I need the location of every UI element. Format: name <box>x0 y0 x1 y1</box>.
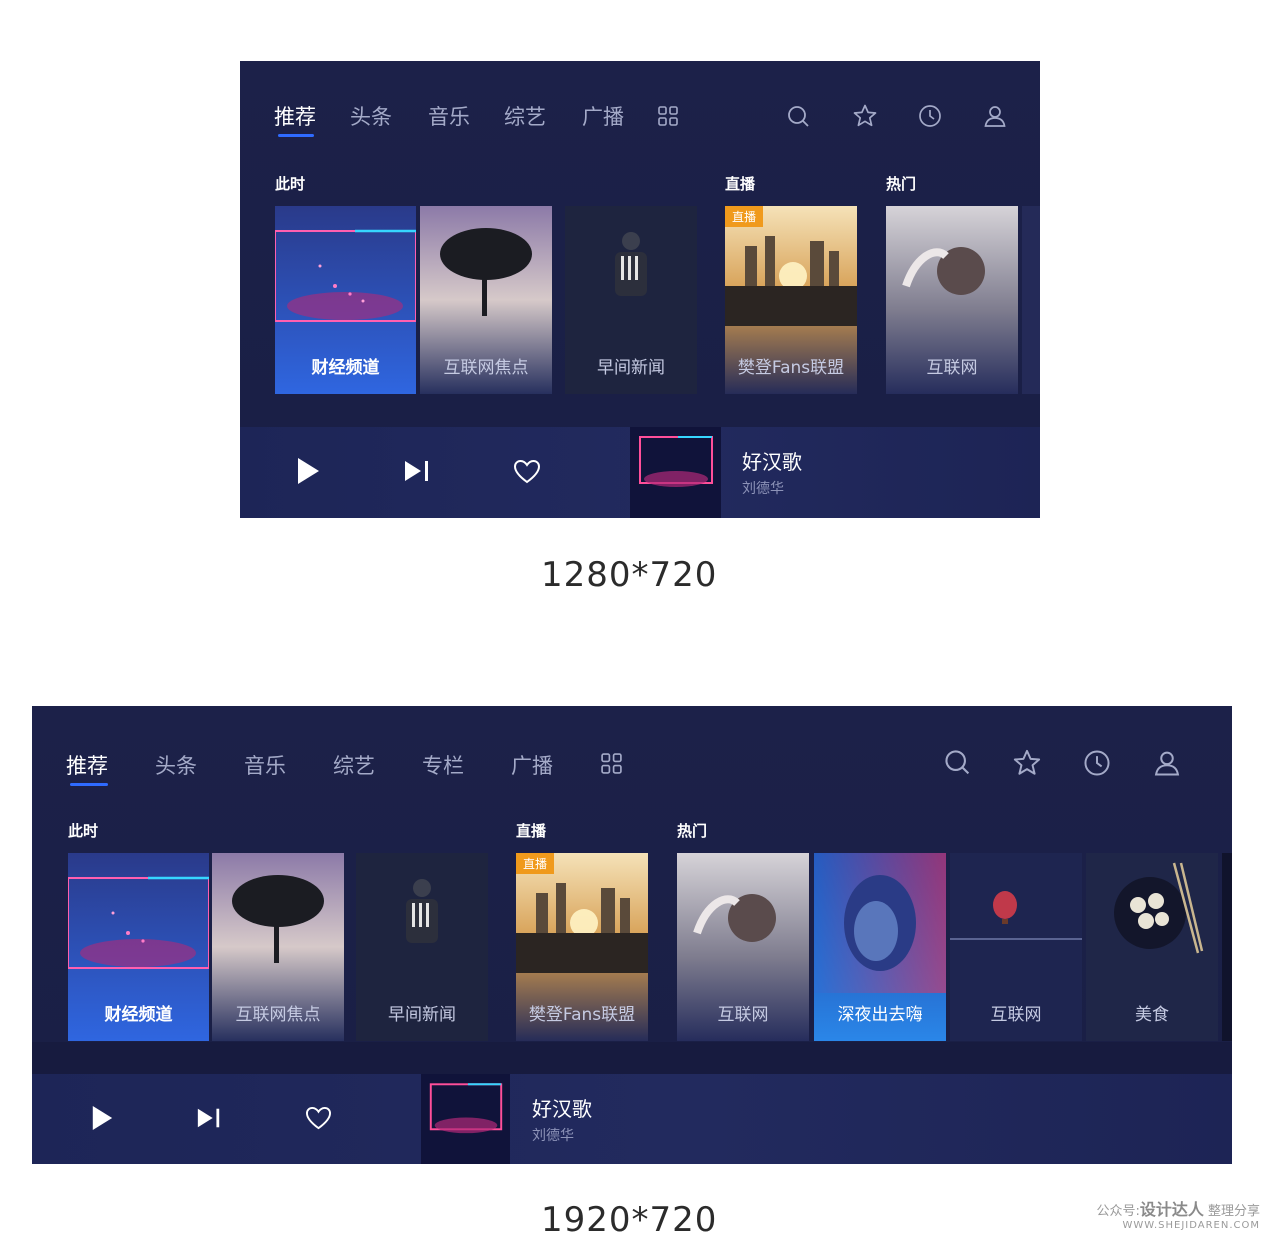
now-playing-cover[interactable] <box>421 1074 510 1164</box>
card-food[interactable]: 美食 <box>1086 853 1218 1041</box>
section-label-now: 此时 <box>68 822 99 840</box>
card-label: 互联网 <box>990 1005 1042 1025</box>
caption-1920: 1920*720 <box>541 1200 718 1240</box>
live-badge: 直播 <box>516 853 555 874</box>
live-badge: 直播 <box>725 206 764 227</box>
card-label: 互联网 <box>717 1005 769 1025</box>
heart-icon[interactable] <box>513 459 541 485</box>
clock-icon[interactable] <box>917 103 943 129</box>
watermark: 公众号:设计达人 整理分享 WWW.SHEJIDAREN.COM <box>1096 1196 1260 1231</box>
card-label: 早间新闻 <box>597 358 665 378</box>
star-icon[interactable] <box>852 103 878 129</box>
play-icon[interactable] <box>90 1104 114 1132</box>
neon-frame-image <box>639 436 713 487</box>
tab-column[interactable]: 专栏 <box>422 750 464 780</box>
now-playing-artist: 刘德华 <box>532 1128 574 1144</box>
user-icon[interactable] <box>1152 748 1182 778</box>
card-morning-news[interactable]: 早间新闻 <box>565 206 697 394</box>
section-label-hot: 热门 <box>886 175 917 193</box>
card-fandeng-fans[interactable]: 直播 樊登Fans联盟 <box>516 853 648 1041</box>
watermark-brand: 设计达人 <box>1139 1200 1204 1219</box>
card-label: 樊登Fans联盟 <box>737 358 845 378</box>
card-partial[interactable] <box>1222 853 1232 1041</box>
search-icon[interactable] <box>943 748 973 778</box>
card-label: 财经频道 <box>104 1005 173 1025</box>
now-playing-artist: 刘德华 <box>742 481 784 497</box>
tab-active-indicator <box>278 134 314 137</box>
card-label: 财经频道 <box>311 358 380 378</box>
user-icon[interactable] <box>982 103 1008 129</box>
now-playing-cover[interactable] <box>630 427 721 518</box>
card-label: 早间新闻 <box>388 1005 456 1025</box>
next-icon[interactable] <box>196 1107 222 1129</box>
clock-icon[interactable] <box>1082 748 1112 778</box>
section-label-live: 直播 <box>725 175 756 193</box>
tab-recommend[interactable]: 推荐 <box>66 750 108 780</box>
card-label: 樊登Fans联盟 <box>528 1005 636 1025</box>
tab-recommend[interactable]: 推荐 <box>274 101 316 131</box>
divider-strip <box>32 1042 1232 1074</box>
grid-icon[interactable] <box>657 105 679 127</box>
tab-radio[interactable]: 广播 <box>511 750 553 780</box>
now-playing-title: 好汉歌 <box>742 450 802 474</box>
card-finance-channel[interactable]: 财经频道 <box>68 853 209 1041</box>
card-label: 深夜出去嗨 <box>837 1005 923 1025</box>
tab-headlines[interactable]: 头条 <box>155 750 197 780</box>
card-morning-news[interactable]: 早间新闻 <box>356 853 488 1041</box>
section-label-live: 直播 <box>516 822 547 840</box>
tab-variety[interactable]: 综艺 <box>333 750 375 780</box>
card-label: 互联网焦点 <box>235 1005 321 1025</box>
next-icon[interactable] <box>403 460 431 482</box>
tab-music[interactable]: 音乐 <box>428 101 470 131</box>
card-late-night[interactable]: 深夜出去嗨 <box>814 853 946 1041</box>
card-finance-channel[interactable]: 财经频道 <box>275 206 416 394</box>
tab-variety[interactable]: 综艺 <box>504 101 546 131</box>
card-internet-focus[interactable]: 互联网焦点 <box>420 206 552 394</box>
watermark-url: WWW.SHEJIDAREN.COM <box>1122 1220 1260 1231</box>
heart-icon[interactable] <box>305 1106 332 1131</box>
card-label: 美食 <box>1135 1005 1169 1025</box>
play-icon[interactable] <box>295 457 321 485</box>
card-internet-focus[interactable]: 互联网焦点 <box>212 853 344 1041</box>
tab-active-indicator <box>70 783 108 786</box>
mockup-1280: 推荐 头条 音乐 综艺 广播 此时 直播 热门 财经频道 互联网焦点 早间新闻 … <box>240 61 1040 518</box>
now-playing-title: 好汉歌 <box>532 1097 592 1121</box>
watermark-prefix: 公众号: <box>1096 1204 1140 1219</box>
card-internet-2[interactable]: 互联网 <box>950 853 1082 1041</box>
watermark-suffix: 整理分享 <box>1207 1204 1260 1219</box>
neon-frame-image <box>429 1083 503 1134</box>
search-icon[interactable] <box>786 104 812 130</box>
card-internet[interactable]: 互联网 <box>677 853 809 1041</box>
tab-music[interactable]: 音乐 <box>244 750 286 780</box>
tab-radio[interactable]: 广播 <box>582 101 624 131</box>
section-label-hot: 热门 <box>677 822 708 840</box>
star-icon[interactable] <box>1012 748 1042 778</box>
card-label: 互联网 <box>926 358 978 378</box>
tab-headlines[interactable]: 头条 <box>350 101 392 131</box>
card-label: 互联网焦点 <box>443 358 529 378</box>
caption-1280: 1280*720 <box>541 555 718 595</box>
mockup-1920: 推荐 头条 音乐 综艺 专栏 广播 此时 直播 热门 财经频道 互联网焦点 早间… <box>32 706 1232 1164</box>
grid-icon[interactable] <box>600 752 623 775</box>
card-internet[interactable]: 互联网 <box>886 206 1018 394</box>
card-fandeng-fans[interactable]: 直播 樊登Fans联盟 <box>725 206 857 394</box>
card-partial[interactable] <box>1022 206 1040 394</box>
section-label-now: 此时 <box>275 175 306 193</box>
